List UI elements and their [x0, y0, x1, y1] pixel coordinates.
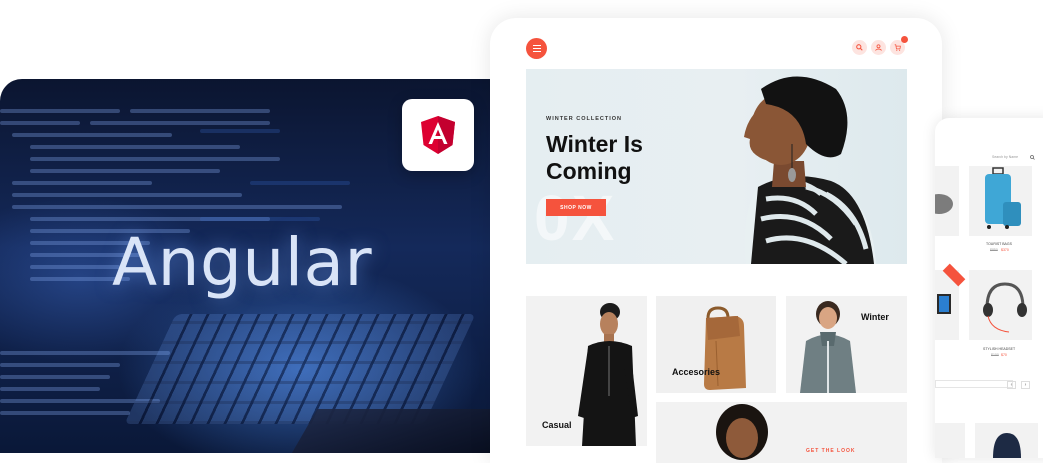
- casual-label: Casual: [542, 420, 572, 430]
- angular-logo-icon: [421, 116, 455, 154]
- cart-count-badge: [901, 36, 908, 43]
- look-model-image: [716, 404, 768, 460]
- product-old-price: $100: [991, 353, 999, 357]
- luggage-image: [985, 167, 1021, 229]
- hero-watermark: 0X: [534, 182, 617, 254]
- get-the-look-tile[interactable]: GET THE LOOK: [656, 402, 907, 463]
- category-tile-casual[interactable]: Casual: [526, 296, 647, 446]
- backpack-image: [704, 306, 746, 390]
- shop-header: [490, 18, 942, 70]
- winter-model-image: [800, 301, 856, 393]
- laptop-keyboard: [124, 314, 476, 424]
- winter-label: Winter: [861, 312, 889, 322]
- product-name-tourist-bags: TOURIST BAGS: [986, 242, 1012, 246]
- shop-screenshot: 0X WINTER COLLECTION Winter Is Coming SH…: [490, 18, 942, 463]
- category-tile-winter[interactable]: Winter: [786, 296, 907, 393]
- search-icon[interactable]: [852, 40, 867, 55]
- user-icon[interactable]: [871, 40, 886, 55]
- headset-image: [983, 282, 1027, 333]
- hero-eyebrow: WINTER COLLECTION: [546, 116, 622, 122]
- hero-title: Winter Is Coming: [546, 131, 643, 184]
- product-old-price: $850: [990, 248, 998, 252]
- pager-prev-button[interactable]: ‹: [1007, 381, 1016, 389]
- hero-banner: 0X WINTER COLLECTION Winter Is Coming SH…: [526, 69, 907, 264]
- pagination-bar: [935, 380, 1013, 388]
- promo-title: Angular: [112, 224, 373, 301]
- shop-now-button[interactable]: SHOP NOW: [546, 199, 606, 216]
- product-price: $70: [1001, 353, 1007, 357]
- product-card-stylish-headset[interactable]: [969, 270, 1032, 340]
- shop-product-list-screenshot: Search by Name TOURIST BAGS $850 $370 ST…: [935, 118, 1043, 458]
- product-card-tourist-bags[interactable]: [969, 166, 1032, 236]
- get-the-look-label: GET THE LOOK: [806, 448, 856, 454]
- product-name-stylish-headset: STYLISH HEADSET: [983, 347, 1016, 351]
- product-card-partial[interactable]: [935, 166, 959, 236]
- hero-model-image: [744, 76, 876, 264]
- product-price: $370: [1001, 248, 1009, 252]
- menu-icon[interactable]: [526, 38, 547, 59]
- category-tile-accessories[interactable]: Accesories: [656, 296, 776, 393]
- angular-badge: [402, 99, 474, 171]
- cart-icon[interactable]: [890, 36, 908, 55]
- search-icon[interactable]: [1030, 155, 1035, 160]
- accessories-label: Accesories: [672, 367, 721, 377]
- pager-next-button[interactable]: ›: [1021, 381, 1030, 389]
- laptop-edge: [282, 409, 494, 453]
- product-search-field[interactable]: Search by Name: [992, 155, 1018, 159]
- angular-promo-panel: Angular: [0, 79, 494, 453]
- helmet-image: [935, 194, 953, 214]
